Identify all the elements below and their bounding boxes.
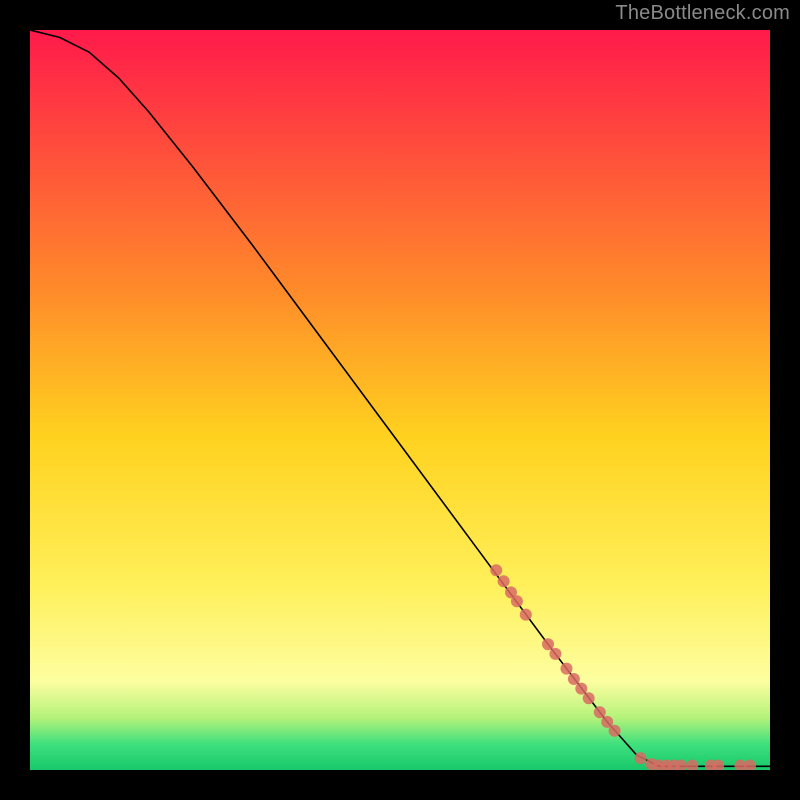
gradient-background (30, 30, 770, 770)
data-point (490, 564, 502, 576)
data-point (511, 595, 523, 607)
data-point (549, 648, 561, 660)
data-point (583, 692, 595, 704)
data-point (561, 663, 573, 675)
chart-svg (30, 30, 770, 770)
data-point (520, 609, 532, 621)
data-point (594, 706, 606, 718)
plot-area (30, 30, 770, 770)
data-point (635, 752, 647, 764)
chart-frame: TheBottleneck.com (0, 0, 800, 800)
data-point (568, 673, 580, 685)
data-point (609, 725, 621, 737)
watermark-text: TheBottleneck.com (615, 2, 790, 25)
data-point (498, 575, 510, 587)
data-point (542, 638, 554, 650)
data-point (575, 683, 587, 695)
